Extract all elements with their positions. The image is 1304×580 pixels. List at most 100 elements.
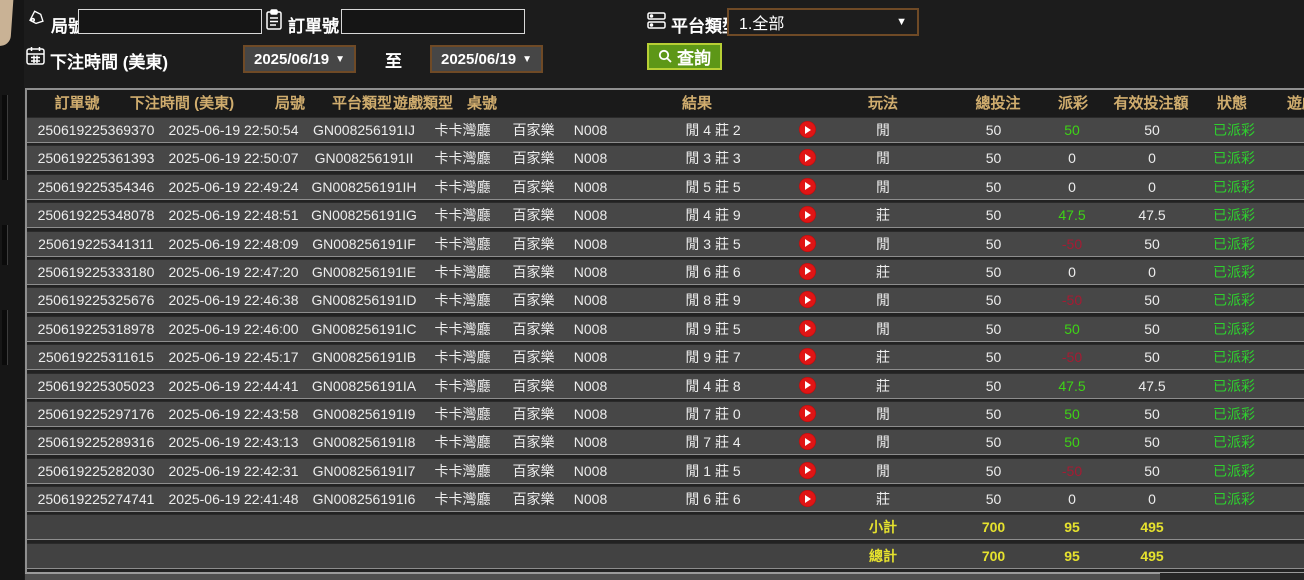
- cell-result: 閒 9 莊 5: [685, 320, 741, 337]
- column-header-status: 狀態: [1216, 95, 1248, 112]
- cell-status: 已派彩: [1213, 122, 1255, 138]
- cell-play_method: 閒: [876, 235, 890, 252]
- chevron-down-icon: ▼: [335, 53, 345, 65]
- cell-total_bet: 50: [985, 150, 1002, 167]
- scrollbar-thumb[interactable]: [25, 573, 1160, 580]
- cell-extra: [1266, 146, 1304, 170]
- cell-status: 已派彩: [1213, 207, 1255, 224]
- replay-video-button[interactable]: [798, 206, 816, 224]
- cell-bet_time: 2025-06-19 22:43:58: [168, 405, 299, 422]
- cell-total_bet: 50: [985, 207, 1002, 224]
- cell-result: 閒 3 莊 3: [685, 150, 741, 167]
- cell-round_no: GN008256191IA: [311, 377, 417, 394]
- replay-video-button[interactable]: [798, 404, 816, 422]
- cell-table_no: N008: [573, 207, 608, 224]
- cell-play_method: 總計: [869, 547, 897, 564]
- cell-game_type: 百家樂: [512, 207, 555, 224]
- cell-platform: 卡卡灣廳: [434, 235, 491, 252]
- cell-game_type: 百家樂: [512, 235, 555, 252]
- cell-valid_bet: 0: [1148, 150, 1156, 167]
- cell-play_btn: [793, 232, 821, 256]
- cell-play_btn: [793, 459, 821, 483]
- cell-play_btn: [793, 374, 821, 398]
- cell-play_btn: [793, 544, 821, 568]
- cell-play_method: 閒: [876, 405, 890, 422]
- cell-round_no: GN008256191I8: [312, 434, 416, 451]
- replay-video-button[interactable]: [798, 433, 816, 451]
- replay-video-button[interactable]: [798, 319, 816, 337]
- replay-video-button[interactable]: [798, 490, 816, 508]
- cell-bet_time: 2025-06-19 22:43:13: [168, 434, 299, 451]
- round-number-input[interactable]: [78, 9, 262, 34]
- cell-play_btn: [793, 175, 821, 199]
- horizontal-scrollbar[interactable]: [25, 573, 1304, 580]
- cell-play_method: 莊: [876, 349, 890, 366]
- cell-order_no: 250619225369370: [37, 122, 155, 138]
- search-icon: [658, 49, 673, 64]
- platform-type-select[interactable]: 1.全部 ▼: [727, 8, 919, 36]
- cell-table_no: N008: [573, 178, 608, 195]
- cell-result: 閒 5 莊 5: [685, 178, 741, 195]
- replay-video-button[interactable]: [798, 376, 816, 394]
- date-from-picker[interactable]: 2025/06/19 ▼: [243, 45, 356, 73]
- cell-bet_time: [165, 515, 302, 539]
- cell-round_no: GN008256191IC: [311, 320, 417, 337]
- chevron-down-icon: ▼: [896, 16, 907, 28]
- search-button[interactable]: 查詢: [647, 43, 722, 70]
- cell-round_no: GN008256191II: [314, 150, 414, 167]
- cell-order_no: 250619225361393: [37, 150, 155, 167]
- replay-video-button[interactable]: [798, 121, 816, 138]
- cell-valid_bet: 50: [1144, 292, 1160, 309]
- replay-video-button[interactable]: [798, 177, 816, 195]
- cell-valid_bet: 50: [1144, 349, 1160, 366]
- date-to-value: 2025/06/19: [441, 50, 517, 68]
- column-header-payout: 派彩: [1057, 95, 1089, 112]
- cell-bet_time: 2025-06-19 22:48:51: [168, 207, 299, 224]
- replay-video-button[interactable]: [798, 234, 816, 252]
- cell-result: 閒 1 莊 5: [685, 462, 741, 479]
- cell-total_bet: 700: [981, 547, 1006, 564]
- replay-video-button[interactable]: [798, 291, 816, 309]
- cell-round_no: GN008256191I6: [312, 491, 416, 508]
- cell-extra: [1266, 402, 1304, 426]
- cell-total_bet: 50: [985, 349, 1002, 366]
- cell-result: 閒 4 莊 9: [685, 207, 741, 224]
- search-button-label: 查詢: [677, 49, 711, 68]
- table-row: 250619225289316 2025-06-19 22:43:13 GN0082…: [27, 429, 1304, 456]
- replay-video-button[interactable]: [798, 348, 816, 366]
- totals-row: 小計 700 95 495: [27, 514, 1304, 541]
- cell-extra: [1266, 544, 1304, 568]
- cell-table_no: N008: [573, 292, 608, 309]
- cell-table_no: [568, 515, 613, 539]
- replay-video-button[interactable]: [798, 461, 816, 479]
- cell-order_no: 250619225282030: [37, 462, 155, 479]
- cell-status: 已派彩: [1213, 235, 1255, 252]
- cell-payout: 50: [1064, 122, 1080, 138]
- cell-table_no: N008: [573, 320, 608, 337]
- cell-round_no: GN008256191IJ: [313, 122, 415, 138]
- cell-bet_time: 2025-06-19 22:50:54: [168, 122, 299, 138]
- replay-video-button[interactable]: [798, 149, 816, 167]
- cell-valid_bet: 50: [1144, 320, 1160, 337]
- cell-play_method: 閒: [876, 122, 890, 138]
- date-from-value: 2025/06/19: [254, 50, 330, 68]
- cell-table_no: N008: [573, 491, 608, 508]
- cell-status: 已派彩: [1213, 462, 1255, 479]
- table-header-row: 訂單號 下注時間 (美東) 局號 平台類型 遊戲類型 桌號 結果 玩法 總投注 派彩 有效投注額 狀態…: [27, 90, 1304, 117]
- replay-video-button[interactable]: [798, 262, 816, 280]
- cell-play_btn: [793, 430, 821, 454]
- cell-table_no: [568, 544, 613, 568]
- cell-valid_bet: 50: [1144, 235, 1160, 252]
- cell-platform: 卡卡灣廳: [434, 292, 491, 309]
- cell-round_no: [302, 544, 426, 568]
- cell-table_no: N008: [573, 150, 608, 167]
- cell-play_method: 閒: [876, 320, 890, 337]
- cell-platform: 卡卡灣廳: [434, 178, 491, 195]
- cell-order_no: 250619225333180: [37, 263, 155, 280]
- calendar-icon: [25, 45, 46, 67]
- date-to-picker[interactable]: 2025/06/19 ▼: [430, 45, 543, 73]
- order-number-input[interactable]: [341, 9, 525, 34]
- cell-result: 閒 7 莊 0: [685, 405, 741, 422]
- cell-bet_time: 2025-06-19 22:46:38: [168, 292, 299, 309]
- cell-result: 閒 4 莊 8: [685, 377, 741, 394]
